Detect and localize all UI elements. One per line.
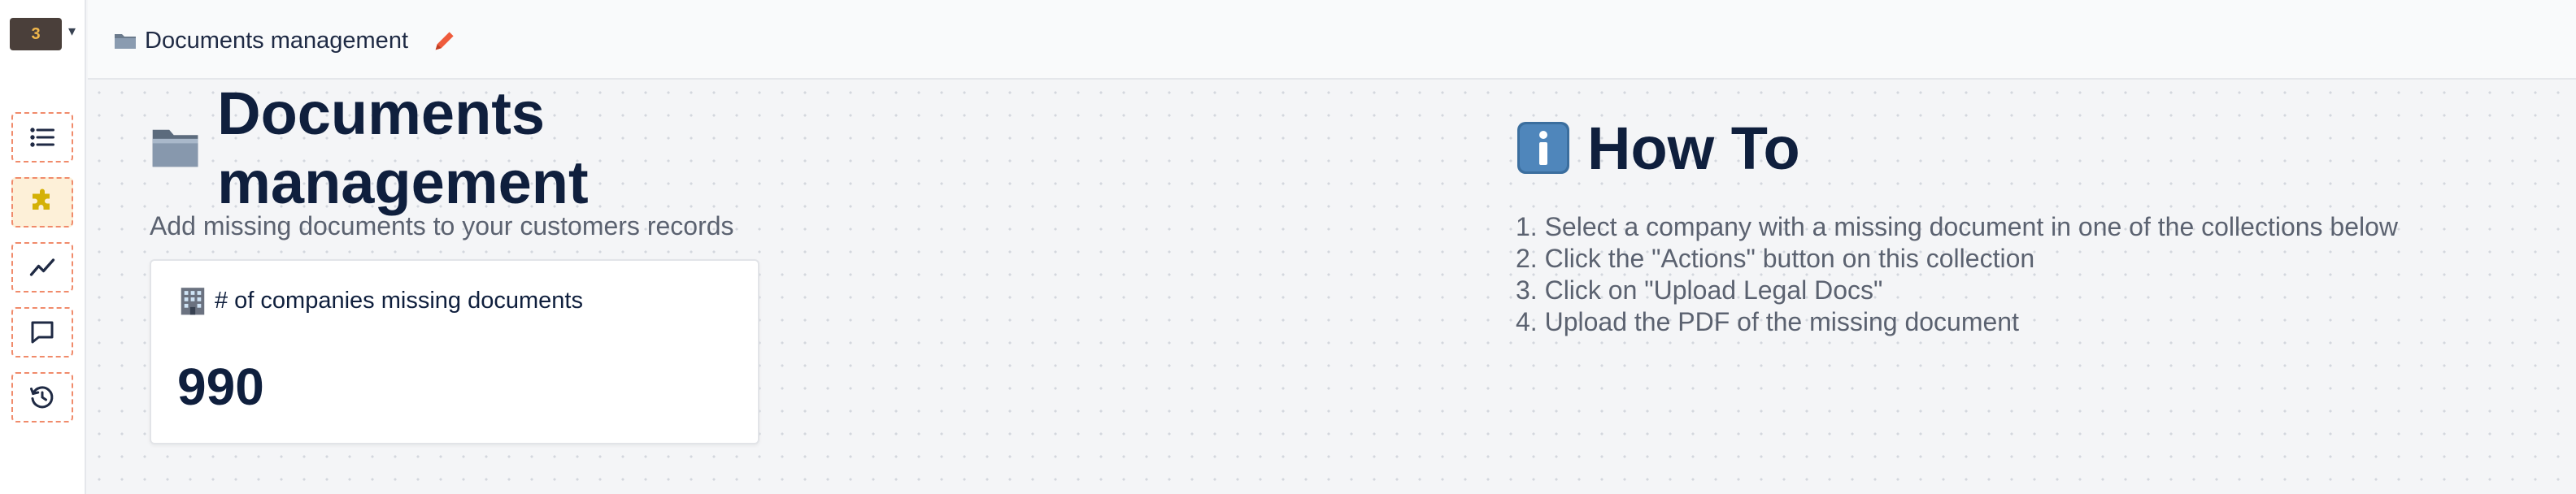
top-bar: Documents management <box>88 0 2576 80</box>
howto-steps: 1. Select a company with a missing docum… <box>1516 211 2573 338</box>
brand-logo[interactable]: 3 <box>10 18 62 50</box>
page-title: Documents management <box>150 80 881 216</box>
sidebar-item-comments[interactable] <box>11 307 73 358</box>
howto-section: How To 1. Select a company with a missin… <box>1516 114 2573 338</box>
metric-card-value: 990 <box>177 358 264 416</box>
howto-step: 2. Click the "Actions" button on this co… <box>1516 244 2035 273</box>
list-icon <box>30 128 54 147</box>
metric-card-label: # of companies missing documents <box>215 287 583 314</box>
breadcrumb: Documents management <box>114 24 459 57</box>
howto-step: 1. Select a company with a missing docum… <box>1516 212 2399 241</box>
chevron-down-icon[interactable]: ▾ <box>68 23 76 40</box>
sidebar-item-analytics[interactable] <box>11 242 73 292</box>
chart-line-icon <box>29 258 55 276</box>
brand-mark: 3 <box>31 24 41 43</box>
history-icon <box>30 386 54 409</box>
howto-title-text: How To <box>1587 114 1800 182</box>
edit-pencil-icon[interactable] <box>431 27 459 54</box>
folder-icon <box>115 34 136 49</box>
overview-section: Documents management Add missing documen… <box>150 80 881 444</box>
howto-step: 3. Click on "Upload Legal Docs" <box>1516 275 1883 305</box>
dashboard-canvas: Documents management Add missing documen… <box>88 80 2576 494</box>
message-icon <box>31 321 54 344</box>
sidebar-item-history[interactable] <box>11 372 73 422</box>
sidebar-item-plugins[interactable] <box>11 177 73 228</box>
howto-step: 4. Upload the PDF of the missing documen… <box>1516 307 2019 336</box>
sidebar-item-list[interactable] <box>11 112 73 162</box>
page-title-text: Documents management <box>217 80 589 216</box>
building-icon <box>181 288 205 315</box>
breadcrumb-title: Documents management <box>145 27 408 54</box>
metric-card[interactable]: # of companies missing documents 990 <box>150 259 759 444</box>
howto-title: How To <box>1516 114 2573 182</box>
metric-card-title: # of companies missing documents <box>177 285 583 316</box>
app: 3 ▾ Documents management Documents manag… <box>0 0 2576 494</box>
folder-icon <box>152 129 198 167</box>
info-icon <box>1517 122 1569 174</box>
left-rail: 3 ▾ <box>0 0 86 494</box>
puzzle-icon <box>33 188 50 210</box>
